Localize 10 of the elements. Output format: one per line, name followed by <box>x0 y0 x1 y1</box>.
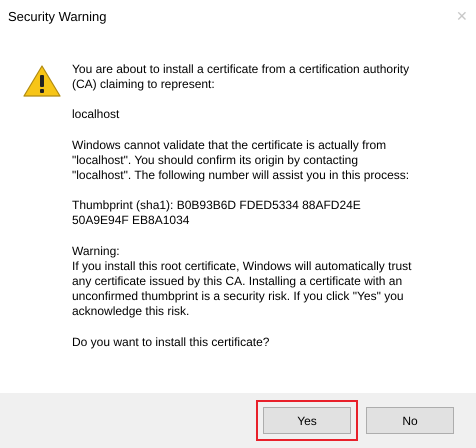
message-text: Thumbprint (sha1): B0B93B6D FDED5334 88AFD24E 50A9E94F EB8A1034 <box>72 198 362 229</box>
warning-icon <box>23 65 61 97</box>
yes-button[interactable]: Yes <box>263 407 351 434</box>
message-text: Do you want to install this certificate? <box>72 334 270 350</box>
message-text: Warning: If you install this root certificate, Windows will automatically trust any certificate issued by this CA. Installing a certificate with an unconfirmed thumbprint is a security risk. If you click "Yes" you acknowledge this risk. <box>72 244 412 320</box>
message-text: Windows cannot validate that the certificate is actually from "localhost". You should confirm its origin by contacting "localhost". The following number will assist you in this process: <box>72 138 410 184</box>
window-title: Security Warning <box>8 8 106 24</box>
message-text: You are about to install a certificate from a certification authority (CA) claiming to represent: <box>72 62 410 92</box>
no-button[interactable]: No <box>366 407 454 434</box>
message-text: localhost <box>72 107 120 123</box>
